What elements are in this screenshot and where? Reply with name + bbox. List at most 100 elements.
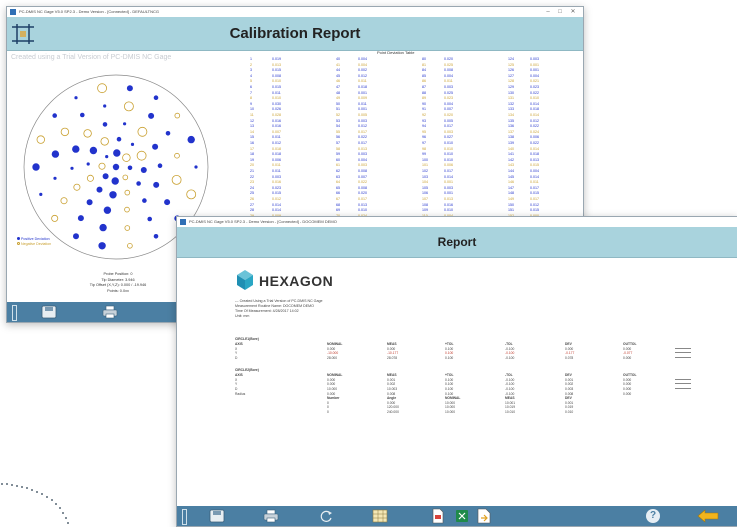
- positive-deviation-point: [52, 113, 57, 118]
- positive-deviation-point: [32, 163, 40, 171]
- column-header: AXIS: [235, 372, 243, 377]
- negative-deviation-point: [60, 197, 68, 205]
- scroll-handle[interactable]: [182, 509, 187, 525]
- app-icon: [180, 219, 186, 225]
- pdf-export-icon[interactable]: [432, 508, 444, 524]
- positive-deviation-point: [126, 85, 133, 92]
- table-cell: 0.008: [565, 391, 574, 396]
- positive-deviation-point: [86, 199, 93, 206]
- table-cell: X: [235, 377, 238, 382]
- app-icon: [10, 9, 16, 15]
- export-arrow-icon[interactable]: [477, 508, 491, 524]
- dotted-decoration: [1, 483, 69, 524]
- print-icon[interactable]: [102, 305, 118, 319]
- positive-deviation-point: [153, 181, 160, 188]
- table-cell: 0.000: [623, 355, 632, 360]
- positive-deviation-point: [194, 165, 198, 169]
- positive-deviation-point: [165, 131, 171, 136]
- table-cell: 10.000: [327, 387, 338, 391]
- save-icon[interactable]: [41, 305, 57, 319]
- positive-deviation-point: [89, 146, 98, 155]
- table-cell: 0.001: [565, 377, 574, 382]
- positive-deviation-point: [77, 215, 84, 222]
- table-cell: -0.177: [565, 351, 575, 356]
- column-header: +TOL: [445, 341, 454, 346]
- table-grid-icon[interactable]: [372, 508, 388, 524]
- excel-export-icon[interactable]: [455, 508, 469, 524]
- title-bar: PC-DMIS NC Gage V5.0 SP2.3 - Demo Versio…: [177, 217, 737, 227]
- table-cell: 28.000: [327, 355, 338, 360]
- negative-deviation-point: [73, 183, 81, 191]
- save-icon[interactable]: [209, 509, 225, 523]
- negative-deviation-point: [122, 174, 129, 181]
- back-arrow-icon[interactable]: [697, 509, 719, 523]
- positive-deviation-point: [147, 216, 152, 222]
- positive-deviation-point: [136, 181, 141, 186]
- table-cell: 0.100: [445, 387, 454, 391]
- negative-deviation-point: [136, 150, 147, 161]
- column-header: DEV: [565, 396, 572, 401]
- table-cell: 0.002: [565, 382, 574, 387]
- positive-deviation-point: [113, 149, 121, 157]
- positive-deviation-point: [102, 173, 109, 180]
- positive-deviation-point: [116, 136, 122, 142]
- table-cell: 0.000: [623, 387, 632, 391]
- table-cell: 0.000: [387, 400, 396, 405]
- minimize-button[interactable]: –: [543, 7, 553, 17]
- positive-deviation-point: [130, 142, 135, 146]
- positive-deviation-point: [148, 112, 155, 119]
- report-title: Calibration Report: [229, 25, 361, 42]
- table-cell: 0.008: [387, 391, 396, 396]
- table-cell: -0.100: [505, 387, 515, 391]
- deviation-graph-marker: [675, 383, 691, 385]
- table-cell: Y: [235, 382, 238, 387]
- table-cell: -0.100: [505, 382, 515, 387]
- table-cell: 10.000: [445, 410, 456, 414]
- negative-deviation-point: [186, 189, 197, 200]
- table-cell: 10.010: [505, 410, 516, 414]
- negative-deviation-point: [171, 175, 182, 185]
- column-header: Angle: [387, 396, 397, 401]
- help-button[interactable]: ?: [646, 509, 660, 523]
- legend: Positive Deviation Negative Deviation: [17, 237, 51, 247]
- table-cell: 10.000: [445, 400, 456, 405]
- report-title: Report: [437, 235, 477, 249]
- positive-deviation-point: [72, 145, 80, 153]
- maximize-button[interactable]: □: [555, 7, 565, 17]
- table-cell: 0.000: [327, 382, 336, 387]
- positive-deviation-point: [152, 143, 159, 150]
- positive-deviation-point: [153, 234, 159, 239]
- positive-deviation-point: [142, 198, 147, 203]
- negative-deviation-point: [100, 137, 109, 146]
- scroll-handle[interactable]: [12, 305, 17, 321]
- report-header: Report: [177, 227, 737, 258]
- table-cell: 0.000: [565, 346, 574, 351]
- table-cell: 0.100: [445, 382, 454, 387]
- deviation-graph-marker: [675, 356, 691, 358]
- table-cell: 0.100: [445, 351, 454, 356]
- table-cell: 0.001: [565, 400, 574, 405]
- table-cell: 10.003: [387, 387, 398, 391]
- column-header: NOMINAL: [327, 372, 343, 377]
- negative-deviation-point: [137, 126, 148, 137]
- negative-deviation-point: [122, 153, 131, 162]
- table-cell: 120.000: [387, 405, 399, 410]
- table-cell: 0: [327, 400, 329, 405]
- table-cell: 0.000: [623, 377, 632, 382]
- table-cell: D: [235, 387, 238, 391]
- deviation-graph-marker: [675, 352, 691, 354]
- column-header: MEAS: [387, 341, 397, 346]
- close-button[interactable]: ✕: [568, 7, 578, 17]
- positive-deviation-point: [53, 176, 57, 180]
- negative-deviation-point: [83, 129, 92, 138]
- table-cell: 0.000: [623, 346, 632, 351]
- negative-deviation-point: [97, 83, 107, 94]
- table-cell: 0.003: [565, 387, 574, 391]
- print-icon[interactable]: [263, 509, 279, 523]
- deviation-graph-marker: [675, 378, 691, 380]
- brand-name: HEXAGON: [259, 273, 334, 289]
- refresh-icon[interactable]: [319, 509, 333, 523]
- table-cell: 28.078: [387, 355, 398, 360]
- negative-deviation-point: [174, 112, 181, 119]
- table-cell: -0.100: [505, 355, 515, 360]
